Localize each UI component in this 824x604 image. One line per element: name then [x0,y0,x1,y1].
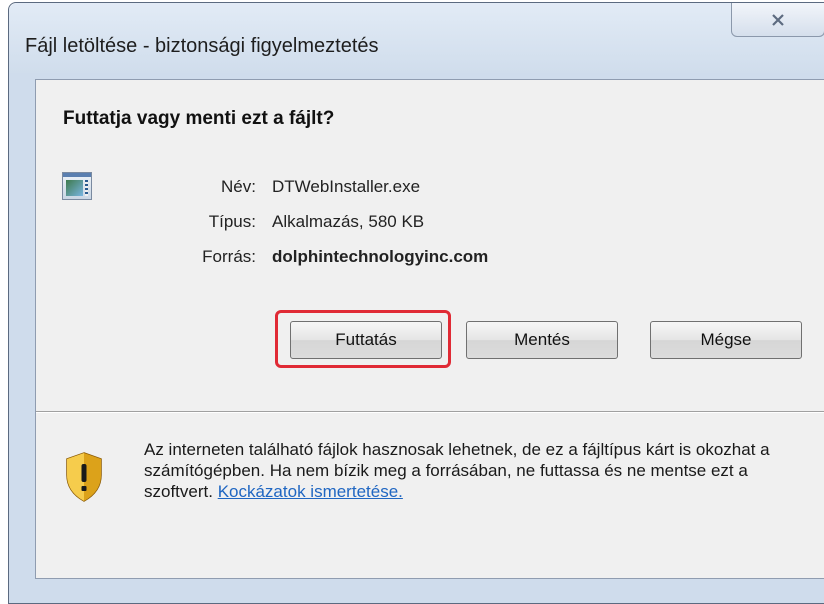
file-source-value: dolphintechnologyinc.com [272,247,489,266]
save-button[interactable]: Mentés [466,321,618,359]
warning-area: Az interneten található fájlok hasznosak… [36,413,824,578]
shield-warning-icon [66,452,102,502]
cancel-button[interactable]: Mégse [650,321,802,359]
dialog-title: Fájl letöltése - biztonsági figyelmeztet… [25,35,379,57]
file-type-value: Alkalmazás, 580 KB [272,212,425,231]
risks-link[interactable]: Kockázatok ismertetése. [218,482,403,501]
download-dialog: Fájl letöltése - biztonsági figyelmeztet… [8,2,824,604]
application-window-icon [62,172,92,200]
question-heading: Futtatja vagy menti ezt a fájlt? [63,108,335,129]
run-button[interactable]: Futtatás [290,321,442,359]
file-name-value: DTWebInstaller.exe [272,177,421,196]
title-bar[interactable]: Fájl letöltése - biztonsági figyelmeztet… [9,3,824,73]
type-label: Típus: [208,212,256,231]
close-icon [772,13,784,26]
dialog-body: Futtatja vagy menti ezt a fájlt? Név: DT… [35,79,824,579]
warning-text: Az interneten található fájlok hasznosak… [144,439,784,502]
source-label: Forrás: [202,247,256,266]
close-button[interactable] [731,3,824,37]
name-label: Név: [221,177,256,196]
